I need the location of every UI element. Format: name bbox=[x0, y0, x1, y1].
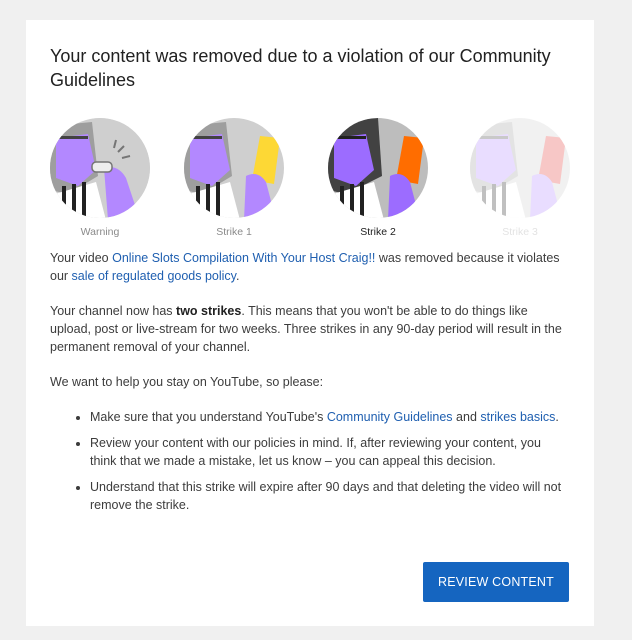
removal-dialog: Your content was removed due to a violat… bbox=[26, 20, 594, 626]
help-list: Make sure that you understand YouTube's … bbox=[50, 408, 570, 514]
strike-progress: Warning Strike 1 Strike 2 Strike 3 bbox=[48, 116, 578, 238]
dialog-title: Your content was removed due to a violat… bbox=[50, 46, 551, 90]
policy-link[interactable]: sale of regulated goods policy bbox=[72, 269, 236, 283]
red-card-icon bbox=[470, 118, 570, 218]
list-item: Understand that this strike will expire … bbox=[90, 478, 570, 514]
strike-step-2: Strike 2 bbox=[326, 116, 430, 238]
strikes-basics-link[interactable]: strikes basics bbox=[480, 410, 555, 424]
video-title-link[interactable]: Online Slots Compilation With Your Host … bbox=[112, 251, 375, 265]
orange-card-icon bbox=[328, 118, 428, 218]
strike-step-3: Strike 3 bbox=[468, 116, 572, 238]
strike-label-warning: Warning bbox=[80, 226, 120, 238]
review-content-button[interactable]: REVIEW CONTENT bbox=[423, 562, 569, 602]
period-text: . bbox=[555, 410, 559, 424]
removal-paragraph: Your video Online Slots Compilation With… bbox=[50, 249, 570, 285]
yellow-card-icon bbox=[184, 118, 284, 218]
list-item: Review your content with our policies in… bbox=[90, 434, 570, 470]
guidelines-text: Make sure that you understand YouTube's bbox=[90, 410, 327, 424]
strike-text-start: Your channel now has bbox=[50, 304, 177, 318]
strike-count: two strikes bbox=[176, 304, 242, 318]
strike-label-1: Strike 1 bbox=[216, 226, 252, 238]
help-intro: We want to help you stay on YouTube, so … bbox=[50, 375, 324, 389]
removal-text-end: . bbox=[236, 269, 240, 283]
and-text: and bbox=[452, 410, 481, 424]
strike-label-2: Strike 2 bbox=[360, 226, 396, 238]
strike-paragraph: Your channel now has two strikes. This m… bbox=[50, 302, 570, 356]
strike-label-3: Strike 3 bbox=[502, 226, 538, 238]
strike-step-warning: Warning bbox=[48, 116, 152, 238]
strike-step-1: Strike 1 bbox=[182, 116, 286, 238]
removal-text-start: Your video bbox=[50, 251, 113, 265]
warning-whistle-icon bbox=[50, 118, 150, 218]
list-item: Make sure that you understand YouTube's … bbox=[90, 408, 570, 426]
message-body: Your video Online Slots Compilation With… bbox=[50, 249, 570, 522]
community-guidelines-link[interactable]: Community Guidelines bbox=[327, 410, 453, 424]
